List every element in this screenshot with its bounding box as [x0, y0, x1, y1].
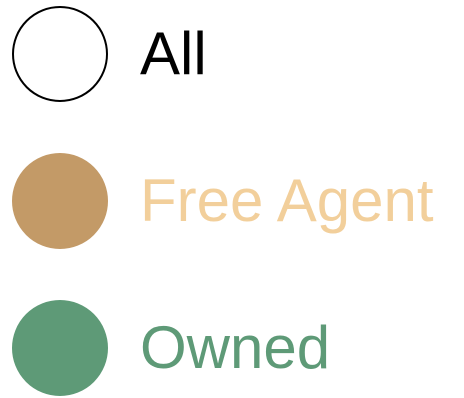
all-dot-icon — [12, 6, 108, 102]
ownership-filter-legend: All Free Agent Owned — [0, 0, 464, 398]
filter-label-all: All — [140, 20, 207, 87]
filter-option-owned[interactable]: Owned — [12, 299, 330, 397]
filter-label-owned: Owned — [140, 314, 331, 381]
filter-option-free-agent[interactable]: Free Agent — [12, 152, 434, 250]
filter-option-all[interactable]: All — [12, 5, 207, 103]
owned-dot-icon — [12, 300, 108, 396]
filter-label-free-agent: Free Agent — [140, 167, 434, 234]
free-agent-dot-icon — [12, 153, 108, 249]
